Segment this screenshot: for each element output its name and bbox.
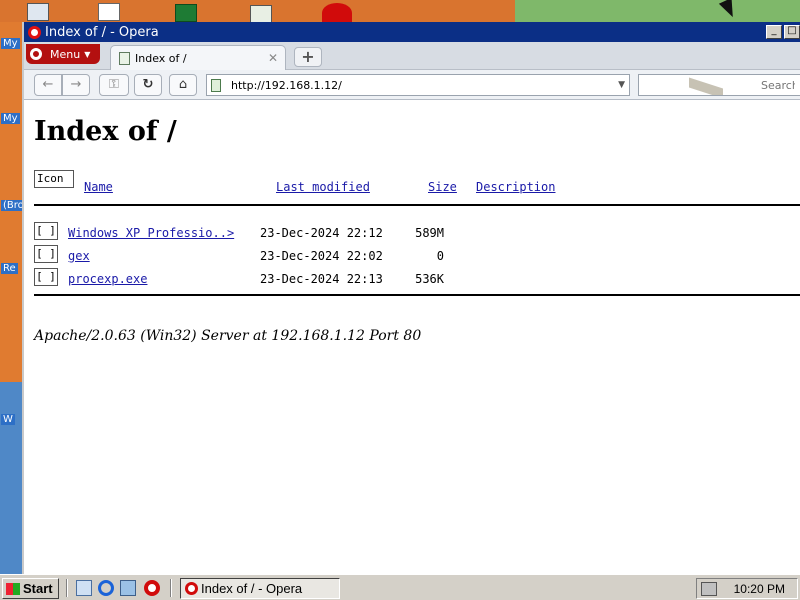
column-header-name[interactable]: Name: [84, 180, 113, 194]
wand-key-button[interactable]: ⚿: [99, 74, 129, 96]
file-link[interactable]: Windows XP Professio..>: [68, 226, 234, 240]
opera-quicklaunch-icon[interactable]: [144, 580, 160, 596]
desktop-icon-label[interactable]: W: [1, 414, 15, 425]
modified-date: 23-Dec-2024 22:13: [260, 272, 383, 286]
desktop-background: [515, 0, 800, 22]
window-title: Index of / - Opera: [45, 24, 159, 40]
column-header-size[interactable]: Size: [428, 180, 457, 194]
outlook-icon[interactable]: [98, 3, 120, 21]
search-box[interactable]: [638, 74, 800, 96]
excel-icon[interactable]: [175, 4, 197, 22]
file-size: 589M: [415, 226, 444, 240]
file-icon: [ ]: [34, 222, 58, 240]
address-input[interactable]: [229, 77, 599, 93]
page-title: Index of /: [34, 116, 177, 147]
network-icon[interactable]: [120, 580, 136, 596]
chevron-down-icon[interactable]: ▼: [618, 80, 625, 90]
desktop-background: [0, 382, 22, 574]
taskbar-separator: [170, 579, 172, 597]
desktop-icon-label[interactable]: Re: [1, 263, 18, 274]
new-tab-button[interactable]: +: [294, 47, 322, 67]
divider: [34, 294, 800, 296]
modified-date: 23-Dec-2024 22:12: [260, 226, 383, 240]
internet-explorer-icon[interactable]: [98, 580, 114, 596]
file-size: 536K: [415, 272, 444, 286]
tab-bar: Menu ▼ Index of / ✕ +: [24, 42, 800, 70]
page-icon: [211, 78, 221, 92]
title-bar[interactable]: Index of / - Opera _ □: [24, 22, 800, 42]
page-icon: [119, 51, 130, 65]
start-label: Start: [23, 581, 53, 596]
navigation-bar: ← → ⚿ ↻ ⌂ ▼: [24, 70, 800, 100]
forward-button[interactable]: →: [62, 74, 90, 96]
file-icon: [ ]: [34, 245, 58, 263]
minimize-button[interactable]: _: [766, 25, 782, 39]
taskbar: Start Index of / - Opera 10:20 PM: [0, 574, 800, 600]
my-computer-icon[interactable]: [27, 3, 49, 21]
address-bar[interactable]: ▼: [206, 74, 630, 96]
start-button[interactable]: Start: [2, 578, 59, 599]
search-engine-icon: [689, 77, 723, 95]
maximize-button[interactable]: □: [784, 25, 800, 39]
tab-index[interactable]: Index of / ✕: [110, 45, 286, 70]
show-desktop-icon[interactable]: [76, 580, 92, 596]
opera-logo-icon: [30, 48, 42, 60]
reload-button[interactable]: ↻: [134, 74, 162, 96]
opera-logo-icon: [28, 25, 41, 39]
file-size: 0: [436, 249, 444, 263]
file-link[interactable]: gex: [68, 249, 90, 263]
menu-label: Menu: [50, 47, 81, 61]
system-tray: 10:20 PM: [696, 578, 798, 599]
desktop-icon-label[interactable]: My: [1, 38, 20, 49]
opera-menu-button[interactable]: Menu ▼: [26, 44, 100, 64]
close-tab-icon[interactable]: ✕: [268, 51, 278, 65]
scheduler-icon[interactable]: [250, 5, 272, 23]
column-header-icon: Icon: [34, 170, 74, 188]
browser-window: Index of / - Opera _ □ Menu ▼ Index of /…: [22, 22, 800, 574]
chevron-down-icon: ▼: [84, 49, 91, 59]
desktop-icon-label[interactable]: My: [1, 113, 20, 124]
search-input[interactable]: [759, 78, 797, 93]
file-icon: [ ]: [34, 268, 58, 286]
divider: [34, 204, 800, 206]
column-header-description[interactable]: Description: [476, 180, 555, 194]
task-label: Index of / - Opera: [201, 581, 303, 596]
file-link[interactable]: procexp.exe: [68, 272, 147, 286]
taskbar-separator: [66, 579, 68, 597]
back-button[interactable]: ←: [34, 74, 62, 96]
tray-app-icon[interactable]: [701, 581, 717, 596]
server-signature: Apache/2.0.63 (Win32) Server at 192.168.…: [34, 328, 422, 344]
home-button[interactable]: ⌂: [169, 74, 197, 96]
tab-title: Index of /: [135, 51, 187, 65]
taskbar-opera-window[interactable]: Index of / - Opera: [180, 578, 340, 599]
modified-date: 23-Dec-2024 22:02: [260, 249, 383, 263]
opera-logo-icon: [185, 582, 198, 595]
opera-desktop-icon[interactable]: [322, 3, 352, 23]
column-header-last-modified[interactable]: Last modified: [276, 180, 370, 194]
clock[interactable]: 10:20 PM: [734, 582, 785, 596]
windows-logo-icon: [6, 582, 20, 595]
